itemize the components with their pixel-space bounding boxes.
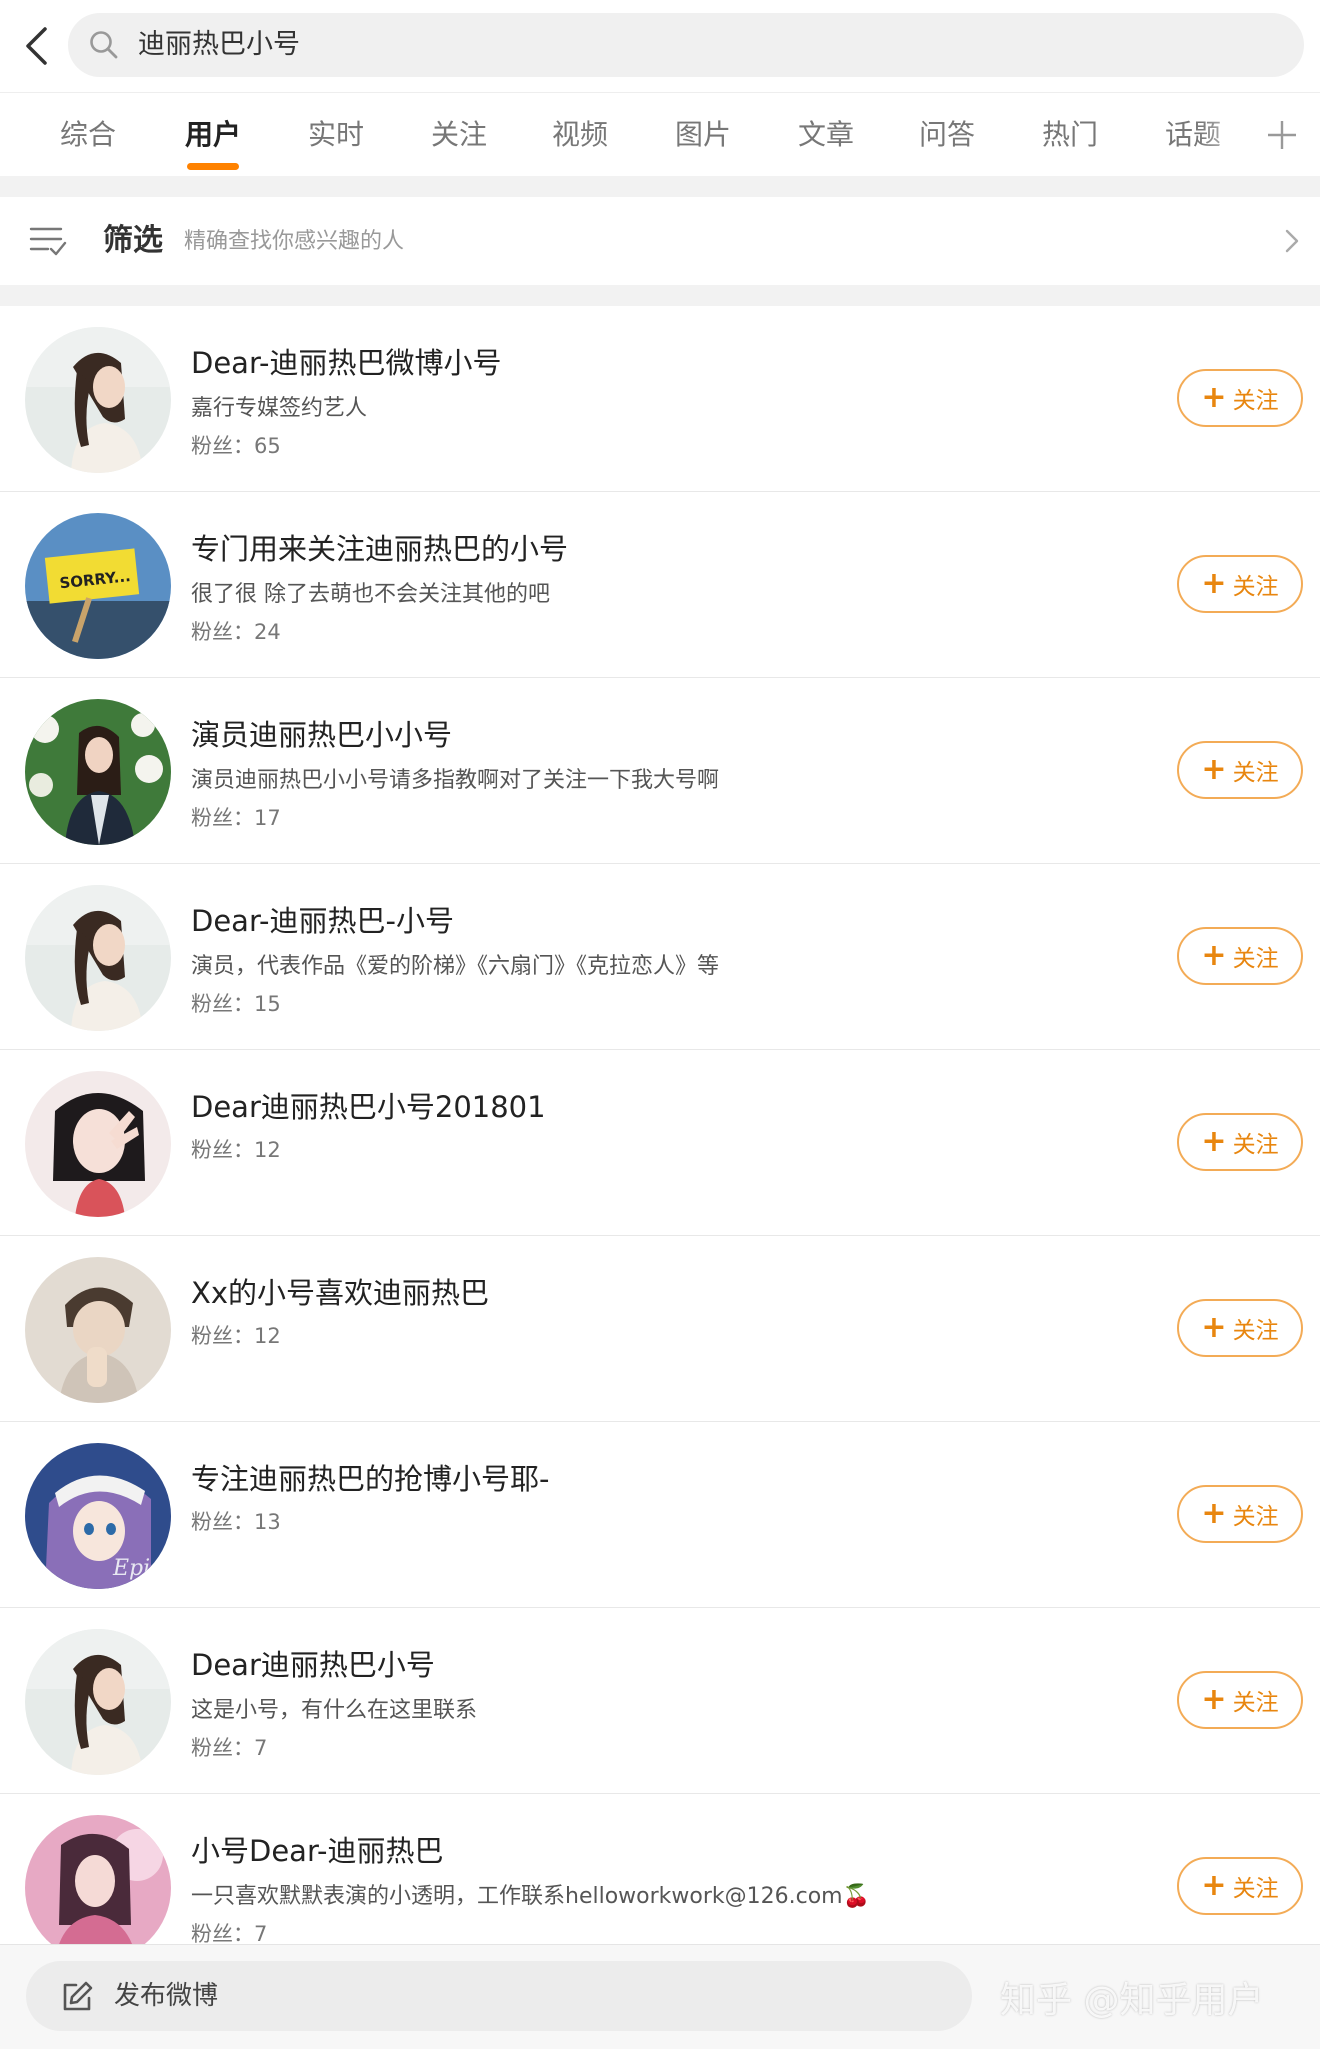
user-row[interactable]: Epi 专注迪丽热巴的抢博小号耶- 粉丝：13 + 关注 [0,1422,1320,1608]
top-bar: 迪丽热巴小号 [0,0,1320,92]
avatar[interactable] [25,327,171,473]
tab-qa[interactable]: 问答 [899,93,995,177]
chevron-left-icon [26,27,47,65]
user-name[interactable]: 专门用来关注迪丽热巴的小号 [191,526,568,568]
follow-label: 关注 [1232,946,1279,972]
user-name[interactable]: Dear迪丽热巴小号201801 [191,1084,546,1126]
plus-icon[interactable] [1262,115,1302,155]
user-row[interactable]: Dear迪丽热巴小号201801 粉丝：12 + 关注 [0,1050,1320,1236]
filter-title: 筛选 [103,223,163,258]
user-fans-count: 粉丝：24 [191,620,281,644]
tab-video[interactable]: 视频 [532,93,628,177]
tab-comprehensive[interactable]: 综合 [40,93,136,177]
search-icon [90,31,118,59]
tab-articles[interactable]: 文章 [778,93,874,177]
avatar[interactable] [25,1815,171,1961]
tab-hot[interactable]: 热门 [1022,93,1118,177]
avatar[interactable]: SORRY... [25,513,171,659]
follow-button[interactable]: + 关注 [1177,369,1303,427]
user-fans-count: 粉丝：65 [191,434,281,458]
user-description: 演员迪丽热巴小小号请多指教啊对了关注一下我大号啊 [191,768,720,793]
user-fans-count: 粉丝：13 [191,1510,281,1534]
filter-icon [29,227,67,256]
avatar[interactable] [25,1071,171,1217]
tab-images[interactable]: 图片 [655,93,751,177]
user-description: 演员，代表作品《爱的阶梯》《六扇门》《克拉恋人》等 [191,954,720,979]
follow-button[interactable]: + 关注 [1177,1113,1303,1171]
plus-icon: + [1201,752,1227,787]
plus-icon: + [1201,1124,1227,1159]
user-name[interactable]: Dear-迪丽热巴微博小号 [191,340,501,382]
user-fans-count: 粉丝：7 [191,1736,268,1760]
user-name[interactable]: 小号Dear-迪丽热巴 [191,1828,443,1870]
user-row[interactable]: 演员迪丽热巴小小号 演员迪丽热巴小小号请多指教啊对了关注一下我大号啊 粉丝：17… [0,678,1320,864]
watermark: 知乎 @知乎用户 [1000,1980,1264,2021]
avatar[interactable] [25,885,171,1031]
follow-button[interactable]: + 关注 [1177,1299,1303,1357]
user-description: 很了很 除了去萌也不会关注其他的吧 [191,582,550,607]
user-list: Dear-迪丽热巴微博小号 嘉行专媒签约艺人 粉丝：65 + 关注 SORRY.… [0,306,1320,1980]
active-tab-indicator [187,163,239,170]
plus-icon: + [1201,380,1227,415]
follow-button[interactable]: + 关注 [1177,1485,1303,1543]
tab-fade-overlay [1200,93,1260,177]
tab-following[interactable]: 关注 [411,93,507,177]
section-divider [0,176,1320,197]
svg-text:Epi: Epi [112,1556,150,1581]
user-name[interactable]: Dear迪丽热巴小号 [191,1642,435,1684]
follow-label: 关注 [1232,1504,1279,1530]
follow-button[interactable]: + 关注 [1177,1671,1303,1729]
search-tabs: 综合 用户 实时 关注 视频 图片 文章 问答 热门 话题 [0,92,1320,177]
follow-label: 关注 [1232,388,1279,414]
back-button[interactable] [14,22,58,70]
user-row[interactable]: Dear-迪丽热巴-小号 演员，代表作品《爱的阶梯》《六扇门》《克拉恋人》等 粉… [0,864,1320,1050]
user-fans-count: 粉丝：12 [191,1324,281,1348]
user-name[interactable]: Dear-迪丽热巴-小号 [191,898,454,940]
avatar[interactable] [25,1257,171,1403]
user-description: 一只喜欢默默表演的小透明，工作联系helloworkwork@126.com🍒 [191,1884,871,1909]
follow-label: 关注 [1232,1132,1279,1158]
search-query: 迪丽热巴小号 [138,29,300,60]
avatar[interactable] [25,1629,171,1775]
filter-subtitle: 精确查找你感兴趣的人 [184,229,405,254]
follow-label: 关注 [1232,1318,1279,1344]
follow-button[interactable]: + 关注 [1177,1857,1303,1915]
user-name[interactable]: 专注迪丽热巴的抢博小号耶- [191,1456,549,1498]
plus-icon: + [1201,1310,1227,1345]
plus-icon: + [1201,1496,1227,1531]
avatar[interactable]: Epi [25,1443,171,1589]
user-row[interactable]: Xx的小号喜欢迪丽热巴 粉丝：12 + 关注 [0,1236,1320,1422]
user-description: 这是小号，有什么在这里联系 [191,1698,478,1723]
follow-label: 关注 [1232,1876,1279,1902]
follow-label: 关注 [1232,574,1279,600]
plus-icon: + [1201,938,1227,973]
plus-icon: + [1201,566,1227,601]
follow-button[interactable]: + 关注 [1177,741,1303,799]
user-description: 嘉行专媒签约艺人 [191,396,368,421]
follow-button[interactable]: + 关注 [1177,555,1303,613]
user-row[interactable]: Dear-迪丽热巴微博小号 嘉行专媒签约艺人 粉丝：65 + 关注 [0,306,1320,492]
user-name[interactable]: 演员迪丽热巴小小号 [191,712,452,754]
user-row[interactable]: Dear迪丽热巴小号 这是小号，有什么在这里联系 粉丝：7 + 关注 [0,1608,1320,1794]
edit-icon [63,1981,93,2011]
plus-icon: + [1201,1868,1227,1903]
follow-label: 关注 [1232,1690,1279,1716]
compose-label: 发布微博 [114,1981,219,2011]
avatar[interactable] [25,699,171,845]
bottom-bar: 发布微博 知乎 @知乎用户 [0,1944,1320,2049]
user-name[interactable]: Xx的小号喜欢迪丽热巴 [191,1270,489,1312]
user-row[interactable]: SORRY... 专门用来关注迪丽热巴的小号 很了很 除了去萌也不会关注其他的吧… [0,492,1320,678]
user-fans-count: 粉丝：15 [191,992,281,1016]
search-input[interactable]: 迪丽热巴小号 [68,13,1304,77]
follow-button[interactable]: + 关注 [1177,927,1303,985]
follow-label: 关注 [1232,760,1279,786]
filter-row[interactable]: 筛选 精确查找你感兴趣的人 [0,197,1320,285]
compose-button[interactable]: 发布微博 [26,1961,972,2031]
plus-icon: + [1201,1682,1227,1717]
tab-realtime[interactable]: 实时 [288,93,384,177]
section-divider [0,285,1320,306]
user-fans-count: 粉丝：12 [191,1138,281,1162]
user-fans-count: 粉丝：17 [191,806,281,830]
chevron-right-icon [1285,229,1299,253]
